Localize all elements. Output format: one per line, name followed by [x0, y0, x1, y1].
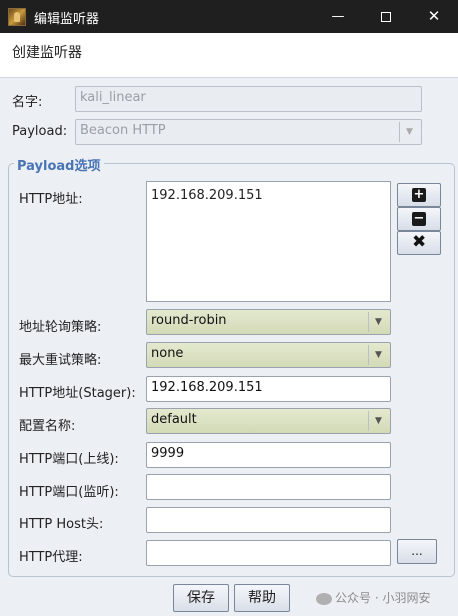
payload-select[interactable]: Beacon HTTP ▼ [75, 119, 422, 145]
host-header-field[interactable] [146, 507, 391, 533]
stager-host-field[interactable]: 192.168.209.151 [146, 376, 391, 402]
profile-label: 配置名称: [19, 419, 76, 434]
port-listen-field[interactable] [146, 474, 391, 500]
maximize-button[interactable] [362, 0, 410, 33]
dialog-heading: 创建监听器 [12, 45, 82, 61]
http-host-item[interactable]: 192.168.209.151 [151, 188, 386, 203]
chevron-down-icon: ▼ [368, 411, 388, 431]
port-listen-label: HTTP端口(监听): [19, 485, 119, 500]
minus-icon: − [412, 211, 426, 226]
profile-value: default [151, 412, 197, 427]
clear-hosts-button[interactable]: ✖ [397, 231, 441, 255]
name-label: 名字: [12, 95, 43, 110]
help-button[interactable]: 帮助 [234, 584, 290, 612]
minimize-button[interactable]: — [314, 0, 362, 33]
max-retry-select[interactable]: none ▼ [146, 342, 391, 368]
maximize-icon [381, 11, 391, 22]
watermark-text: 公众号 · 小羽网安 [335, 591, 431, 605]
plus-icon: + [412, 187, 426, 202]
http-hosts-list[interactable]: 192.168.209.151 [146, 181, 391, 302]
host-header-label: HTTP Host头: [19, 517, 104, 532]
port-bind-label: HTTP端口(上线): [19, 452, 119, 467]
rotation-label: 地址轮询策略: [19, 320, 102, 335]
watermark: 公众号 · 小羽网安 [316, 589, 430, 606]
proxy-label: HTTP代理: [19, 550, 83, 565]
add-host-button[interactable]: + [397, 183, 441, 207]
chevron-down-icon: ▼ [368, 312, 388, 332]
chevron-down-icon: ▼ [399, 122, 419, 142]
group-title: Payload选项 [14, 155, 104, 174]
rotation-select[interactable]: round-robin ▼ [146, 309, 391, 335]
window-title: 编辑监听器 [34, 12, 100, 27]
payload-value: Beacon HTTP [80, 123, 166, 138]
window-titlebar[interactable]: 编辑监听器 — ✕ [0, 0, 458, 33]
stager-host-label: HTTP地址(Stager): [19, 386, 136, 401]
max-retry-label: 最大重试策略: [19, 353, 102, 368]
save-button[interactable]: 保存 [173, 584, 229, 612]
chevron-down-icon: ▼ [368, 345, 388, 365]
remove-host-button[interactable]: − [397, 207, 441, 231]
clear-icon: ✖ [412, 232, 427, 252]
dialog-header: 创建监听器 [0, 33, 458, 78]
profile-select[interactable]: default ▼ [146, 408, 391, 434]
minimize-icon: — [331, 9, 345, 24]
payload-label: Payload: [12, 124, 68, 139]
proxy-field[interactable] [146, 540, 391, 566]
app-icon [8, 8, 26, 26]
port-bind-field[interactable]: 9999 [146, 442, 391, 468]
wechat-icon [316, 592, 332, 605]
rotation-value: round-robin [151, 313, 227, 328]
max-retry-value: none [151, 346, 184, 361]
close-button[interactable]: ✕ [410, 0, 458, 33]
proxy-browse-button[interactable]: ... [397, 539, 437, 564]
name-field[interactable]: kali_linear [75, 86, 422, 112]
http-hosts-label: HTTP地址: [19, 192, 83, 207]
close-icon: ✕ [427, 7, 441, 25]
